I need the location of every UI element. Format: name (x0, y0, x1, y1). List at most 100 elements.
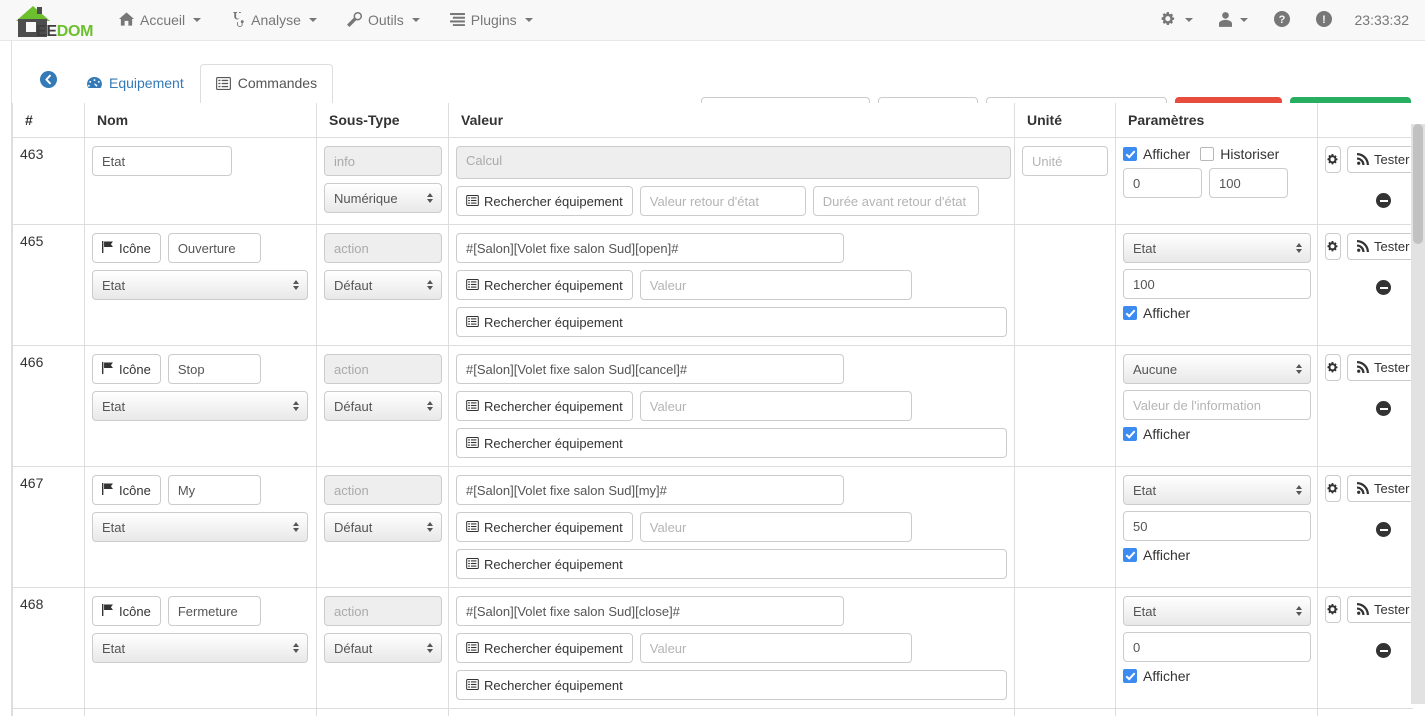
calcul-textarea[interactable] (456, 146, 1011, 179)
command-type-value: Etat (102, 398, 126, 414)
afficher-checkbox-group[interactable]: Afficher (1123, 668, 1310, 684)
row-value-cell: Rechercher équipement (448, 137, 1015, 225)
vertical-scrollbar-thumb[interactable] (1413, 124, 1423, 244)
afficher-checkbox[interactable] (1123, 427, 1137, 441)
command-name-input[interactable] (167, 354, 261, 384)
search-equipment-button[interactable]: Rechercher équipement (456, 391, 633, 421)
nav-item-settings[interactable] (1147, 0, 1206, 40)
test-command-button[interactable]: Tester (1347, 596, 1413, 623)
param-info-select[interactable]: Etat (1123, 475, 1311, 505)
param-max-input[interactable] (1209, 168, 1288, 198)
test-command-button[interactable]: Tester (1347, 146, 1413, 173)
value-input[interactable] (639, 270, 912, 300)
param-value-input[interactable] (1123, 269, 1311, 299)
afficher-checkbox[interactable] (1123, 669, 1137, 683)
param-info-select[interactable]: Etat (1123, 233, 1311, 263)
command-type-select[interactable]: Etat (92, 512, 308, 542)
icon-picker-button[interactable]: Icône (92, 233, 161, 263)
search-equipment-button[interactable]: Rechercher équipement (456, 633, 633, 663)
remove-command-button[interactable] (1376, 193, 1391, 208)
afficher-checkbox-group[interactable]: Afficher (1123, 426, 1310, 442)
search-equipment-button-2[interactable]: Rechercher équipement (456, 307, 1007, 337)
nav-item-help[interactable]: ? (1261, 0, 1303, 40)
unit-input[interactable] (1022, 146, 1108, 176)
param-value-input[interactable] (1123, 390, 1311, 420)
command-name-input[interactable] (167, 596, 261, 626)
command-type-select[interactable]: Etat (92, 633, 308, 663)
value-input[interactable] (639, 391, 912, 421)
command-value-input[interactable] (456, 354, 844, 384)
row-name-cell: Icône Etat (84, 224, 317, 346)
afficher-checkbox[interactable] (1123, 147, 1137, 161)
subtype-select[interactable]: Défaut (324, 633, 442, 663)
nav-item-plugins[interactable]: Plugins (435, 0, 548, 40)
nav-item-outils[interactable]: Outils (332, 0, 435, 40)
question-circle-icon: ? (1273, 11, 1290, 29)
nav-item-user[interactable] (1206, 0, 1261, 40)
subtype-select[interactable]: Numérique (324, 183, 442, 213)
remove-command-button[interactable] (1376, 522, 1391, 537)
remove-command-button[interactable] (1376, 401, 1391, 416)
afficher-checkbox-group[interactable]: Afficher (1123, 146, 1190, 162)
configure-command-button[interactable] (1325, 146, 1341, 173)
command-type-select[interactable]: Etat (92, 270, 308, 300)
search-equipment-button-2[interactable]: Rechercher équipement (456, 549, 1007, 579)
search-equipment-button-2[interactable]: Rechercher équipement (456, 428, 1007, 458)
command-value-input[interactable] (456, 596, 844, 626)
navbar-right-menu: ? ! 23:33:32 (1147, 0, 1425, 40)
return-state-value-input[interactable] (639, 186, 806, 216)
icon-picker-button[interactable]: Icône (92, 354, 161, 384)
param-info-select[interactable]: Aucune (1123, 354, 1311, 384)
historiser-checkbox-group[interactable]: Historiser (1200, 146, 1279, 162)
configure-command-button[interactable] (1325, 354, 1341, 381)
value-input[interactable] (639, 633, 912, 663)
nav-item-analyse[interactable]: Analyse (216, 0, 332, 40)
nav-item-accueil[interactable]: Accueil (104, 0, 216, 40)
vertical-scrollbar[interactable] (1411, 124, 1425, 704)
param-min-input[interactable] (1123, 168, 1202, 198)
search-equipment-button[interactable]: Rechercher équipement (456, 512, 633, 542)
afficher-checkbox[interactable] (1123, 306, 1137, 320)
icon-picker-button[interactable]: Icône (92, 596, 161, 626)
icon-picker-label: Icône (119, 482, 151, 498)
subtype-select[interactable]: Défaut (324, 270, 442, 300)
afficher-checkbox[interactable] (1123, 548, 1137, 562)
historiser-checkbox[interactable] (1200, 147, 1215, 161)
command-value-input[interactable] (456, 475, 844, 505)
test-command-button[interactable]: Tester (1347, 233, 1413, 260)
subtype-type-input (324, 146, 442, 176)
search-equipment-button-2[interactable]: Rechercher équipement (456, 670, 1007, 700)
remove-command-button[interactable] (1376, 280, 1391, 295)
subtype-select[interactable]: Défaut (324, 391, 442, 421)
command-type-select[interactable]: Etat (92, 391, 308, 421)
command-name-input[interactable] (167, 233, 261, 263)
jeedom-logo[interactable]: EEDOM (0, 0, 93, 40)
param-value-input[interactable] (1123, 511, 1311, 541)
search-equipment-button[interactable]: Rechercher équipement (456, 186, 633, 216)
select-arrows-icon (1296, 606, 1302, 616)
table-row: 469 Icône Eta (12, 708, 1413, 716)
row-name-cell: Icône Etat (84, 345, 317, 467)
search-equipment-button[interactable]: Rechercher équipement (456, 270, 633, 300)
subtype-select[interactable]: Défaut (324, 512, 442, 542)
afficher-checkbox-group[interactable]: Afficher (1123, 547, 1310, 563)
param-info-select[interactable]: Etat (1123, 596, 1311, 626)
command-name-input[interactable] (92, 146, 232, 176)
afficher-checkbox-group[interactable]: Afficher (1123, 305, 1310, 321)
command-value-input[interactable] (456, 233, 844, 263)
test-command-button[interactable]: Tester (1347, 475, 1413, 502)
configure-command-button[interactable] (1325, 233, 1341, 260)
back-button[interactable] (26, 70, 71, 103)
nav-item-alert[interactable]: ! (1303, 0, 1345, 40)
return-state-delay-input[interactable] (812, 186, 979, 216)
remove-command-button[interactable] (1376, 643, 1391, 658)
command-name-input[interactable] (167, 475, 261, 505)
configure-command-button[interactable] (1325, 475, 1341, 502)
tab-commandes[interactable]: Commandes (199, 64, 334, 104)
tab-equipement[interactable]: Equipement (71, 64, 200, 104)
param-value-input[interactable] (1123, 632, 1311, 662)
test-command-button[interactable]: Tester (1347, 354, 1413, 381)
icon-picker-button[interactable]: Icône (92, 475, 161, 505)
value-input[interactable] (639, 512, 912, 542)
configure-command-button[interactable] (1325, 596, 1341, 623)
